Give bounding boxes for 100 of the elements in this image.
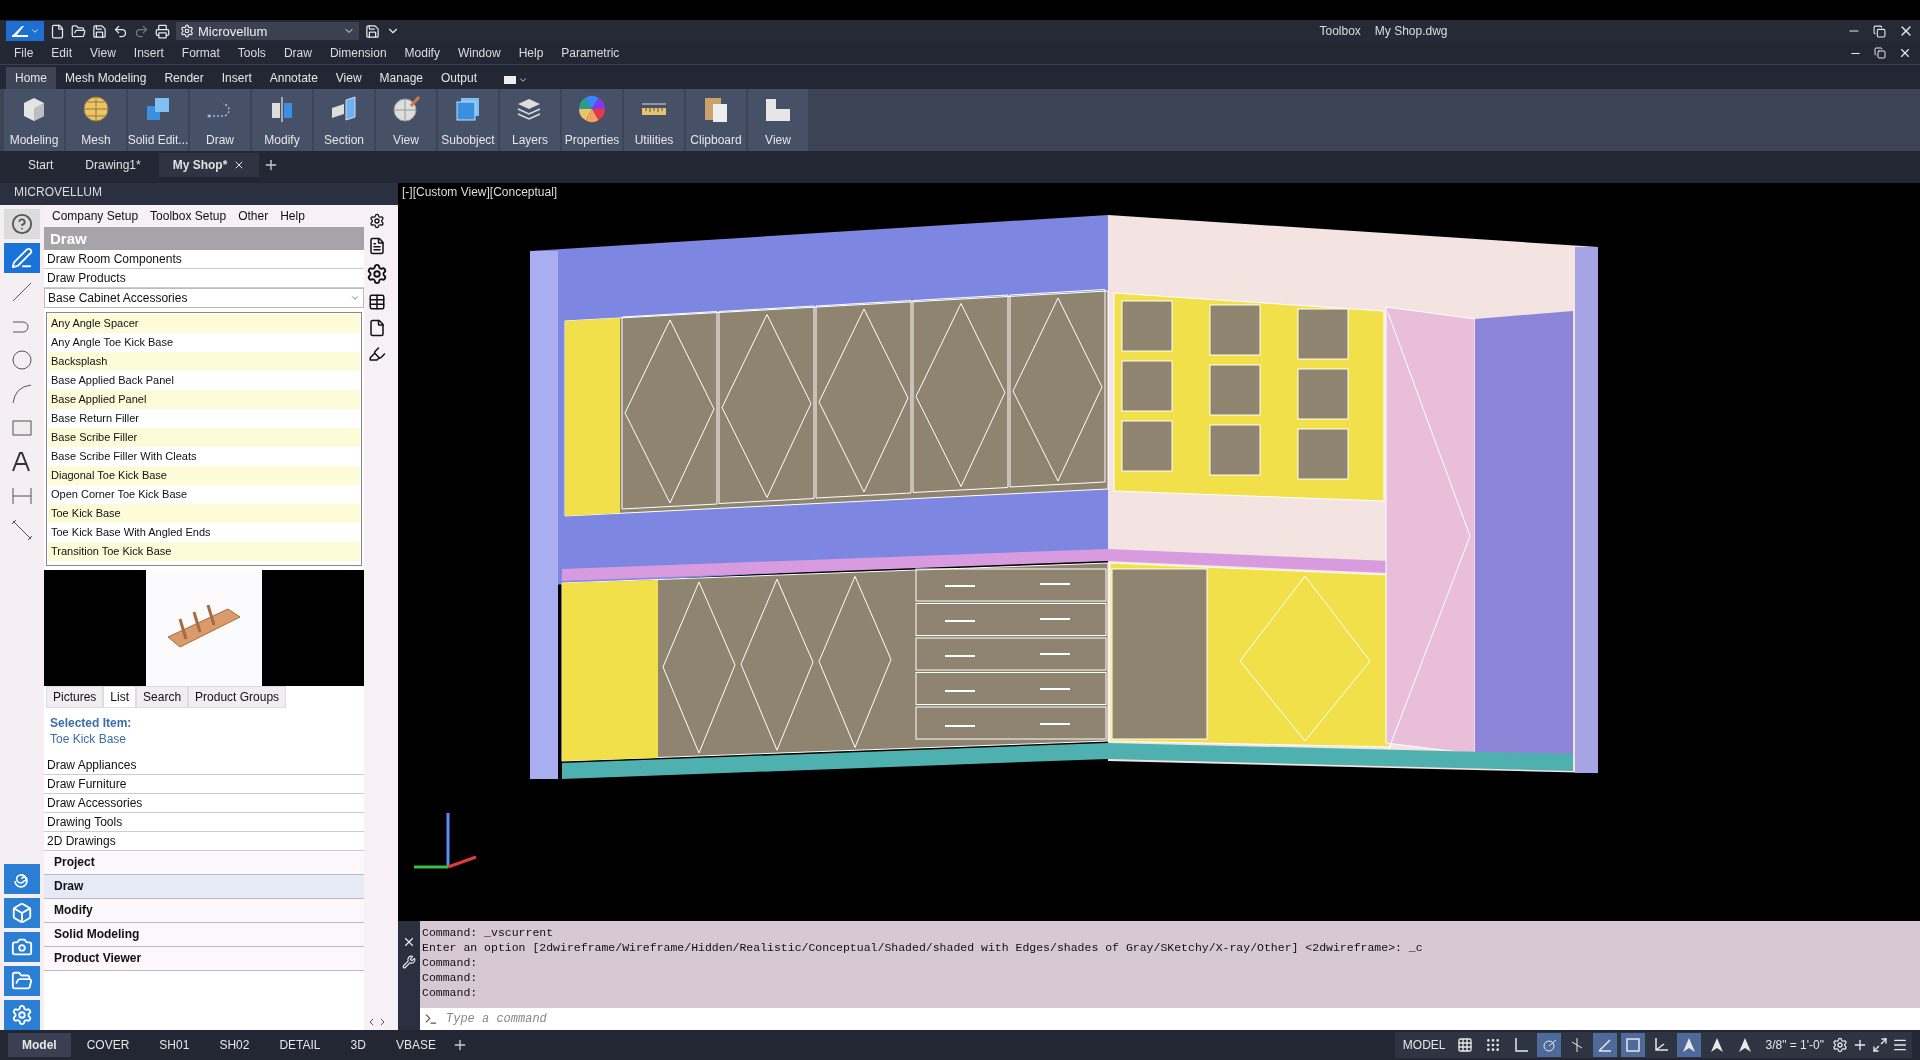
new-file-icon[interactable] — [50, 23, 65, 39]
product-list-item[interactable]: Any Angle Spacer — [48, 314, 360, 333]
camera-icon[interactable] — [4, 932, 40, 962]
view-tab[interactable]: List — [103, 686, 137, 708]
viewport-label[interactable]: [-][Custom View][Conceptual] — [402, 185, 558, 199]
menu-item[interactable]: View — [84, 46, 128, 60]
menu-icon[interactable] — [1892, 1037, 1908, 1053]
terminal-icon[interactable] — [424, 1012, 438, 1026]
save-icon[interactable] — [92, 23, 107, 39]
layout-tab[interactable]: COVER — [72, 1033, 144, 1057]
palette-link[interactable]: Draw Appliances — [44, 756, 364, 775]
palette-menu-item[interactable]: Other — [238, 209, 269, 223]
help-icon[interactable] — [4, 209, 40, 239]
ribbon-button[interactable]: Section — [314, 89, 374, 151]
ribbon-button[interactable]: View — [376, 89, 436, 151]
save-as-icon[interactable] — [365, 23, 380, 39]
product-list-item[interactable]: Diagonal Toe Kick Base — [48, 466, 360, 485]
palette-link[interactable]: Draw Accessories — [44, 794, 364, 813]
ribbon-tab[interactable]: Render — [155, 67, 213, 89]
menu-item[interactable]: Help — [512, 46, 556, 60]
menu-item[interactable]: Window — [451, 46, 513, 60]
product-list-item[interactable]: Base Scribe Filler — [48, 428, 360, 447]
wrench-icon[interactable] — [402, 955, 416, 969]
view-tab[interactable]: Pictures — [46, 686, 104, 708]
ribbon-button[interactable]: Properties — [562, 89, 622, 151]
page-icon[interactable] — [368, 319, 386, 337]
ribbon-tab[interactable]: Home — [6, 67, 56, 89]
menu-item[interactable]: Draw — [277, 46, 324, 60]
ribbon-button[interactable]: Mesh — [66, 89, 126, 151]
view-tab[interactable]: Product Groups — [188, 686, 287, 708]
section-row[interactable]: Project — [44, 851, 364, 875]
status-toggle[interactable] — [1537, 1033, 1562, 1057]
ribbon-tab[interactable]: Manage — [370, 67, 432, 89]
palette-menu-item[interactable]: Toolbox Setup — [150, 209, 227, 223]
menu-item[interactable]: Format — [175, 46, 232, 60]
menu-item[interactable]: Edit — [45, 46, 85, 60]
layout-tab[interactable]: SH02 — [205, 1033, 264, 1057]
section-row[interactable]: Modify — [44, 899, 364, 923]
section-row[interactable]: Solid Modeling — [44, 923, 364, 947]
ribbon-tab[interactable]: View — [326, 67, 371, 89]
folder-icon[interactable] — [4, 966, 40, 996]
menu-item[interactable]: Tools — [231, 46, 278, 60]
palette-menu-item[interactable]: Company Setup — [52, 209, 139, 223]
maximize-icon[interactable] — [1872, 1037, 1888, 1053]
redo-icon[interactable] — [134, 23, 149, 39]
settings-icon[interactable] — [366, 263, 388, 285]
print-icon[interactable] — [155, 23, 170, 39]
ribbon-button[interactable]: Modeling — [4, 89, 64, 151]
ribbon-button[interactable]: Clipboard — [686, 89, 746, 151]
scroll-arrows-icon[interactable] — [368, 1018, 386, 1026]
status-toggle[interactable] — [1677, 1033, 1702, 1057]
status-toggle[interactable] — [1621, 1033, 1646, 1057]
palette-menu-item[interactable]: Help — [280, 209, 305, 223]
layout-tab[interactable]: SH01 — [145, 1033, 204, 1057]
plus-icon[interactable] — [1852, 1037, 1868, 1053]
menu-item[interactable]: Parametric — [555, 46, 632, 60]
menu-item[interactable]: Dimension — [323, 46, 399, 60]
section-row[interactable]: Product Viewer — [44, 947, 364, 971]
menu-item[interactable]: Insert — [127, 46, 176, 60]
file-tab[interactable]: Drawing1* — [71, 153, 155, 177]
ribbon-button[interactable]: Draw — [190, 89, 250, 151]
layout-tab[interactable]: 3D — [336, 1033, 380, 1057]
ribbon-button[interactable]: Subobject — [438, 89, 498, 151]
layout-tab[interactable]: DETAIL — [265, 1033, 335, 1057]
highlighter-icon[interactable] — [368, 345, 386, 363]
palette-link[interactable]: Draw Products — [44, 269, 364, 288]
palette-link[interactable]: Draw Furniture — [44, 775, 364, 794]
ribbon-tab[interactable]: Output — [432, 67, 486, 89]
close-icon[interactable] — [1898, 46, 1912, 60]
settings-icon[interactable] — [369, 213, 385, 229]
menu-item[interactable]: Modify — [398, 46, 452, 60]
pen-icon[interactable] — [4, 243, 40, 273]
section-row[interactable]: Draw — [44, 875, 364, 899]
command-input[interactable]: Type a command — [444, 1011, 1916, 1027]
menu-item[interactable]: File — [8, 46, 46, 60]
command-field[interactable]: Type a command — [420, 1008, 1920, 1030]
close-icon[interactable] — [402, 935, 416, 949]
restore-icon[interactable] — [1874, 47, 1886, 59]
ribbon-button[interactable]: Modify — [252, 89, 312, 151]
view-tab[interactable]: Search — [136, 686, 189, 708]
file-tab[interactable]: My Shop* — [158, 153, 260, 177]
product-list-item[interactable]: Transition Toe Kick Base — [48, 542, 360, 561]
table-icon[interactable] — [368, 293, 386, 311]
model-space-button[interactable]: MODEL — [1398, 1038, 1450, 1052]
app-menu-button[interactable] — [6, 21, 44, 41]
layout-tab[interactable]: VBASE — [381, 1033, 450, 1057]
palette-link[interactable]: Drawing Tools — [44, 813, 364, 832]
file-tab[interactable]: Start — [14, 153, 68, 177]
workspace-dropdown[interactable]: Microvellum — [176, 22, 359, 40]
product-list-item[interactable]: Toe Kick Base — [48, 504, 360, 523]
ribbon-tab[interactable]: Insert — [212, 67, 261, 89]
restore-icon[interactable] — [1873, 24, 1886, 38]
product-list-item[interactable]: Backsplash — [48, 352, 360, 371]
document-icon[interactable] — [368, 237, 386, 255]
ribbon-button[interactable]: Solid Edit... — [128, 89, 188, 151]
cube-icon[interactable] — [4, 898, 40, 928]
product-list-item[interactable]: Base Applied Panel — [48, 390, 360, 409]
open-folder-icon[interactable] — [71, 23, 86, 39]
ribbon-tab[interactable]: Mesh Modeling — [56, 67, 156, 89]
ribbon-button[interactable]: Utilities — [624, 89, 684, 151]
